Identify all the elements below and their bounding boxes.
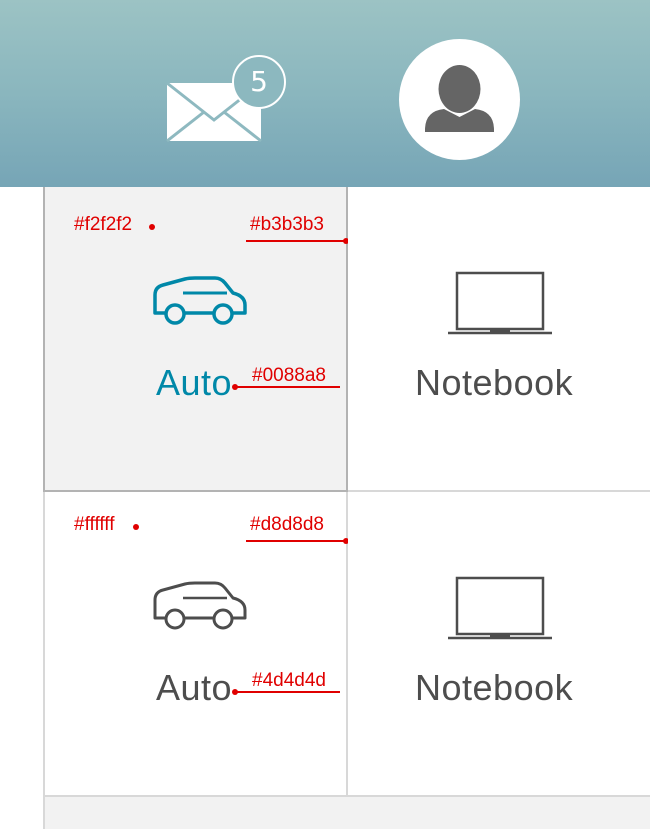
next-row-partial	[43, 797, 650, 829]
avatar[interactable]	[399, 39, 520, 160]
annotation-bg: #f2f2f2	[74, 214, 133, 235]
annotation-text: #4d4d4d	[252, 670, 326, 691]
car-icon	[153, 276, 247, 325]
tile-label: Auto	[156, 362, 233, 403]
annotation-bg-dot	[133, 524, 139, 530]
annotation-text-line	[235, 386, 340, 388]
laptop-icon	[448, 271, 552, 335]
tile-label: Notebook	[415, 667, 574, 708]
user-silhouette-icon	[425, 65, 494, 132]
annotation-text-dot	[232, 384, 238, 390]
annotation-text-line	[235, 691, 340, 693]
tile-auto-selected[interactable]: Auto #f2f2f2 #b3b3b3 #0088a8	[43, 187, 349, 492]
category-grid: Auto #f2f2f2 #b3b3b3 #0088a8 Notebook Au…	[0, 187, 650, 829]
tile-label: Auto	[156, 667, 233, 708]
laptop-icon	[448, 576, 552, 640]
annotation-border: #b3b3b3	[250, 214, 324, 235]
annotation-text: #0088a8	[252, 365, 326, 386]
tile-notebook[interactable]: Notebook	[348, 492, 650, 797]
annotation-bg: #ffffff	[74, 514, 115, 535]
tile-label: Notebook	[415, 362, 574, 403]
annotation-border-line	[246, 240, 346, 242]
mail-count-badge: 5	[232, 55, 286, 109]
tile-notebook[interactable]: Notebook	[348, 187, 650, 492]
tile-auto[interactable]: Auto #ffffff #d8d8d8 #4d4d4d	[43, 492, 349, 797]
annotation-bg-dot	[149, 224, 155, 230]
annotation-border: #d8d8d8	[250, 514, 324, 535]
header-bar: 5	[0, 0, 650, 187]
annotation-border-line	[246, 540, 346, 542]
annotation-text-dot	[232, 689, 238, 695]
car-icon	[153, 581, 247, 630]
